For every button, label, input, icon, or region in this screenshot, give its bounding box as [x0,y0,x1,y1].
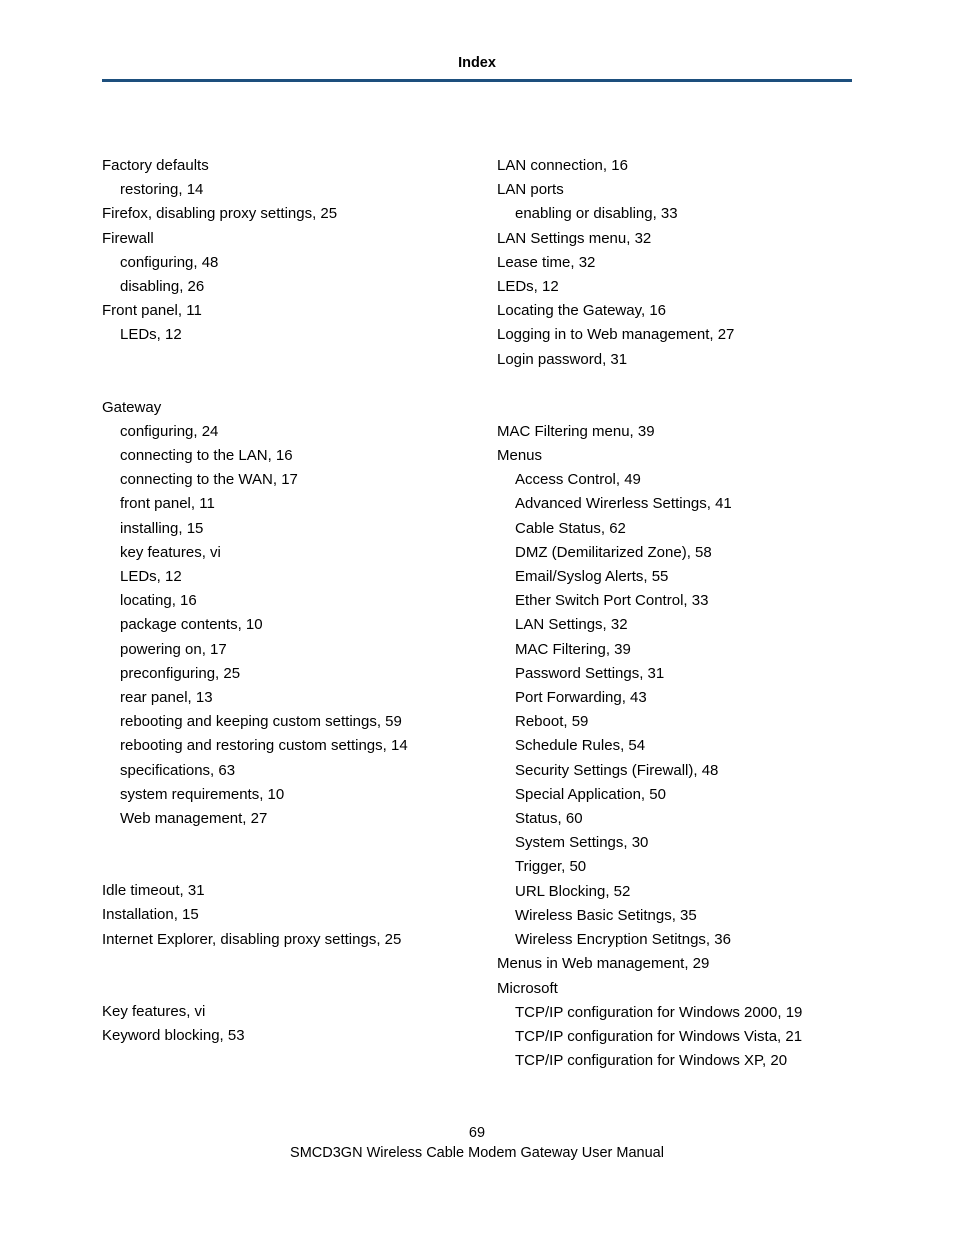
index-entry: MAC Filtering menu, 39 [497,420,852,444]
manual-title: SMCD3GN Wireless Cable Modem Gateway Use… [0,1143,954,1163]
index-entry: Front panel, 11 [102,299,457,323]
index-entry: TCP/IP configuration for Windows 2000, 1… [497,1001,852,1025]
index-entry: powering on, 17 [102,638,457,662]
index-entry: installing, 15 [102,517,457,541]
index-entry: Firefox, disabling proxy settings, 25 [102,202,457,226]
index-entry: Installation, 15 [102,903,457,927]
index-entry: Logging in to Web management, 27 [497,323,852,347]
index-entry: Trigger, 50 [497,855,852,879]
index-columns: Factory defaultsrestoring, 14Firefox, di… [102,154,852,1073]
index-entry: URL Blocking, 52 [497,880,852,904]
index-entry: preconfiguring, 25 [102,662,457,686]
index-entry: LEDs, 12 [497,275,852,299]
index-entry: Factory defaults [102,154,457,178]
index-entry: Security Settings (Firewall), 48 [497,759,852,783]
header-rule [102,79,852,82]
index-entry: disabling, 26 [102,275,457,299]
index-entry: TCP/IP configuration for Windows Vista, … [497,1025,852,1049]
index-entry: restoring, 14 [102,178,457,202]
index-entry: LAN Settings, 32 [497,613,852,637]
index-entry: Gateway [102,396,457,420]
index-entry: Microsoft [497,977,852,1001]
index-entry: locating, 16 [102,589,457,613]
index-entry: Locating the Gateway, 16 [497,299,852,323]
index-entry: Reboot, 59 [497,710,852,734]
index-entry: MAC Filtering, 39 [497,638,852,662]
index-entry: Web management, 27 [102,807,457,831]
index-entry: Wireless Basic Setitngs, 35 [497,904,852,928]
index-entry: Advanced Wirerless Settings, 41 [497,492,852,516]
index-column-left: Factory defaultsrestoring, 14Firefox, di… [102,154,467,1073]
index-entry: rebooting and restoring custom settings,… [102,734,457,758]
index-entry: connecting to the LAN, 16 [102,444,457,468]
index-entry: configuring, 24 [102,420,457,444]
index-entry: rebooting and keeping custom settings, 5… [102,710,457,734]
index-entry: Password Settings, 31 [497,662,852,686]
index-entry: connecting to the WAN, 17 [102,468,457,492]
index-entry: Schedule Rules, 54 [497,734,852,758]
index-entry: Menus in Web management, 29 [497,952,852,976]
index-entry: DMZ (Demilitarized Zone), 58 [497,541,852,565]
index-entry: configuring, 48 [102,251,457,275]
page-header: Index [102,55,852,71]
index-entry: Internet Explorer, disabling proxy setti… [102,928,457,952]
index-entry: LAN Settings menu, 32 [497,227,852,251]
index-entry: specifications, 63 [102,759,457,783]
index-entry: Firewall [102,227,457,251]
page-container: Index Factory defaultsrestoring, 14Firef… [0,0,954,1235]
page-number: 69 [0,1123,954,1143]
index-entry: Wireless Encryption Setitngs, 36 [497,928,852,952]
index-entry: LEDs, 12 [102,323,457,347]
index-entry: Status, 60 [497,807,852,831]
index-entry: front panel, 11 [102,492,457,516]
index-entry: Lease time, 32 [497,251,852,275]
index-entry: Special Application, 50 [497,783,852,807]
index-entry: rear panel, 13 [102,686,457,710]
index-entry: enabling or disabling, 33 [497,202,852,226]
index-entry: System Settings, 30 [497,831,852,855]
index-entry: LEDs, 12 [102,565,457,589]
index-entry: TCP/IP configuration for Windows XP, 20 [497,1049,852,1073]
index-entry: Port Forwarding, 43 [497,686,852,710]
index-entry: LAN ports [497,178,852,202]
index-entry: Email/Syslog Alerts, 55 [497,565,852,589]
page-footer: 69 SMCD3GN Wireless Cable Modem Gateway … [0,1123,954,1163]
index-entry: Login password, 31 [497,348,852,372]
index-entry: key features, vi [102,541,457,565]
index-entry: Access Control, 49 [497,468,852,492]
index-entry: Menus [497,444,852,468]
index-entry: LAN connection, 16 [497,154,852,178]
index-column-right: LAN connection, 16LAN portsenabling or d… [487,154,852,1073]
index-entry: Ether Switch Port Control, 33 [497,589,852,613]
index-entry: package contents, 10 [102,613,457,637]
index-entry: Keyword blocking, 53 [102,1024,457,1048]
index-entry: system requirements, 10 [102,783,457,807]
index-entry: Cable Status, 62 [497,517,852,541]
index-entry: Idle timeout, 31 [102,879,457,903]
index-entry: Key features, vi [102,1000,457,1024]
